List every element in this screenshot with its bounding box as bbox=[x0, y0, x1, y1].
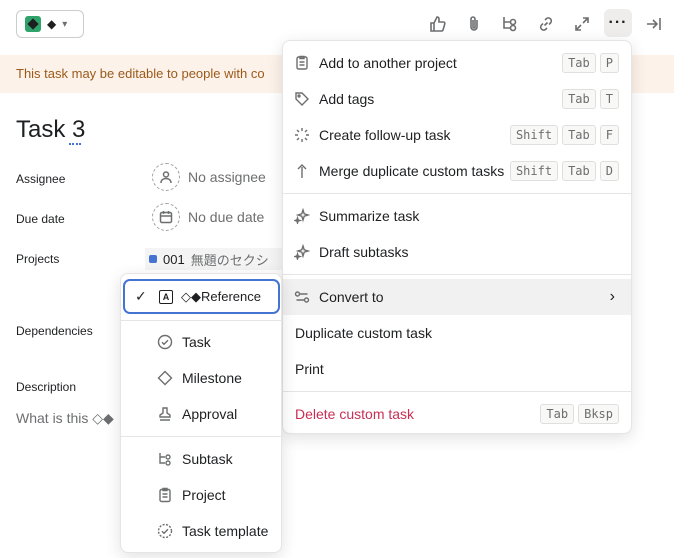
sparkle-icon bbox=[293, 243, 311, 261]
menu-divider bbox=[283, 274, 631, 275]
menu-item-summarize[interactable]: Summarize task bbox=[283, 198, 631, 234]
menu-divider bbox=[283, 193, 631, 194]
merge-icon bbox=[293, 162, 311, 180]
submenu-divider bbox=[121, 436, 281, 437]
approval-icon bbox=[156, 405, 174, 423]
diamond-icon bbox=[156, 369, 174, 387]
paperclip-icon[interactable] bbox=[462, 12, 486, 36]
description-label: Description bbox=[16, 380, 77, 394]
subtask-icon bbox=[156, 450, 174, 468]
link-icon[interactable] bbox=[534, 12, 558, 36]
due-date-field[interactable]: No due date bbox=[152, 203, 264, 231]
project-color-dot bbox=[149, 255, 157, 263]
convert-option-approval[interactable]: Approval bbox=[121, 396, 281, 432]
task-type-label: ◆ bbox=[47, 17, 57, 31]
calendar-icon bbox=[152, 203, 180, 231]
due-date-label: Due date bbox=[16, 212, 65, 226]
clipboard-icon bbox=[156, 486, 174, 504]
checklist-icon bbox=[293, 54, 311, 72]
menu-item-delete[interactable]: Delete custom task Tab Bksp bbox=[283, 396, 631, 432]
menu-item-create-follow-up[interactable]: Create follow-up task Shift Tab F bbox=[283, 117, 631, 153]
checkmark-icon: ✓ bbox=[135, 288, 147, 304]
task-title[interactable]: Task 3 bbox=[16, 116, 85, 144]
close-panel-icon[interactable] bbox=[642, 12, 666, 36]
convert-option-milestone[interactable]: Milestone bbox=[121, 360, 281, 396]
dependencies-label: Dependencies bbox=[16, 324, 93, 338]
due-date-value: No due date bbox=[188, 209, 265, 225]
loading-icon bbox=[293, 126, 311, 144]
menu-item-print[interactable]: Print bbox=[283, 351, 631, 387]
convert-option-reference[interactable]: ✓ A ◇◆Reference bbox=[123, 279, 280, 314]
convert-option-task-template[interactable]: Task template bbox=[121, 513, 281, 549]
menu-item-add-to-project[interactable]: Add to another project Tab P bbox=[283, 45, 631, 81]
expand-icon[interactable] bbox=[570, 12, 594, 36]
menu-item-add-tags[interactable]: Add tags Tab T bbox=[283, 81, 631, 117]
chevron-down-icon: ▾ bbox=[62, 18, 68, 30]
assignee-label: Assignee bbox=[16, 172, 66, 186]
template-icon bbox=[156, 522, 174, 540]
task-type-button[interactable]: ◆ ▾ bbox=[16, 10, 84, 38]
project-code: 001 bbox=[163, 251, 185, 267]
more-actions-button[interactable]: ··· bbox=[604, 9, 632, 37]
submenu-divider bbox=[121, 320, 281, 321]
reference-type-icon: A bbox=[159, 289, 173, 304]
assignee-field[interactable]: No assignee bbox=[152, 163, 266, 191]
convert-option-project[interactable]: Project bbox=[121, 477, 281, 513]
spellcheck-underline bbox=[69, 143, 81, 145]
thumbs-up-icon[interactable] bbox=[426, 12, 450, 36]
convert-icon bbox=[293, 288, 311, 306]
user-icon bbox=[152, 163, 180, 191]
menu-item-duplicate[interactable]: Duplicate custom task bbox=[283, 315, 631, 351]
menu-item-draft-subtasks[interactable]: Draft subtasks bbox=[283, 234, 631, 270]
green-diamond-icon bbox=[25, 16, 41, 32]
tag-icon bbox=[293, 90, 311, 108]
subtask-icon[interactable] bbox=[498, 12, 522, 36]
menu-item-convert-to[interactable]: Convert to › bbox=[283, 279, 631, 315]
project-section: 無題のセクシ bbox=[190, 252, 269, 268]
convert-option-task[interactable]: Task bbox=[121, 324, 281, 360]
assignee-value: No assignee bbox=[188, 169, 266, 185]
convert-to-submenu: ✓ A ◇◆Reference Task Milestone Approval … bbox=[120, 273, 282, 553]
check-circle-icon bbox=[156, 333, 174, 351]
menu-divider bbox=[283, 391, 631, 392]
more-icon: ··· bbox=[608, 14, 628, 31]
description-input[interactable]: What is this ◇◆ bbox=[16, 410, 114, 427]
sparkle-icon bbox=[293, 207, 311, 225]
more-actions-menu: Add to another project Tab P Add tags Tab… bbox=[282, 40, 632, 434]
banner-text: This task may be editable to people with… bbox=[16, 66, 265, 81]
convert-option-subtask[interactable]: Subtask bbox=[121, 441, 281, 477]
menu-item-merge-duplicates[interactable]: Merge duplicate custom tasks Shift Tab D bbox=[283, 153, 631, 189]
chevron-right-icon: › bbox=[609, 288, 615, 305]
project-chip[interactable]: 001 無題のセクシ bbox=[145, 248, 283, 270]
projects-label: Projects bbox=[16, 252, 60, 266]
